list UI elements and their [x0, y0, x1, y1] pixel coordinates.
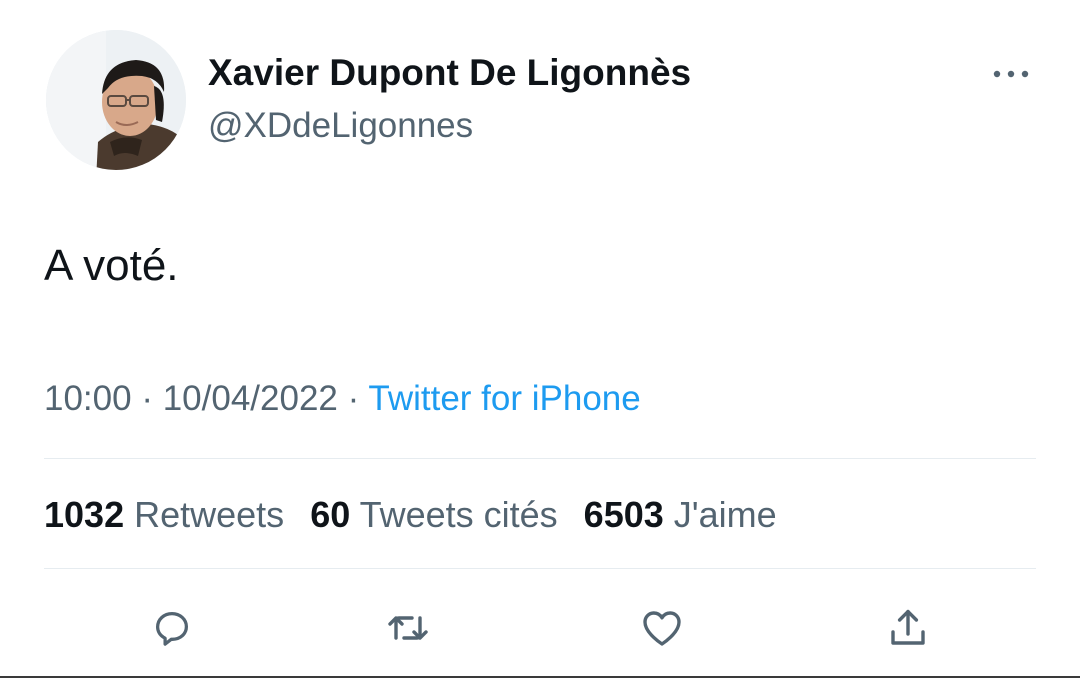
retweets-count: 1032 [44, 494, 125, 535]
divider [44, 568, 1036, 569]
meta-separator: · [141, 379, 153, 418]
more-icon [993, 70, 1029, 78]
like-icon [643, 611, 681, 646]
likes-count: 6503 [583, 494, 664, 535]
retweet-icon [388, 616, 428, 640]
tweet-text: A voté. [44, 241, 179, 290]
share-button[interactable] [880, 600, 936, 656]
share-icon [891, 609, 925, 645]
retweets-stat[interactable]: 1032 Retweets [44, 494, 284, 536]
quote-tweets-count: 60 [310, 494, 351, 535]
tweet-meta: 10:00 · 10/04/2022 · Twitter for iPhone [44, 379, 641, 419]
author-display-name[interactable]: Xavier Dupont De Ligonnès [208, 52, 691, 94]
tweet-date[interactable]: 10/04/2022 [163, 379, 338, 418]
likes-label: J'aime [673, 494, 777, 535]
like-button[interactable] [634, 600, 690, 656]
profile-photo [46, 30, 186, 170]
avatar[interactable] [46, 30, 186, 170]
retweet-button[interactable] [380, 600, 436, 656]
meta-separator: · [347, 379, 360, 418]
tweet-stats: 1032 Retweets 60 Tweets cités 6503 J'aim… [44, 494, 777, 536]
author-handle[interactable]: @XDdeLigonnes [208, 106, 473, 146]
reply-button[interactable] [144, 600, 200, 656]
quote-tweets-label: Tweets cités [359, 494, 558, 535]
quote-tweets-stat[interactable]: 60 Tweets cités [310, 494, 557, 536]
likes-stat[interactable]: 6503 J'aime [584, 494, 777, 536]
reply-icon [155, 611, 189, 646]
more-options-button[interactable] [984, 56, 1038, 92]
tweet-time[interactable]: 10:00 [44, 379, 132, 418]
retweets-label: Retweets [134, 494, 285, 535]
tweet-source-link[interactable]: Twitter for iPhone [368, 379, 640, 418]
divider [44, 458, 1036, 459]
